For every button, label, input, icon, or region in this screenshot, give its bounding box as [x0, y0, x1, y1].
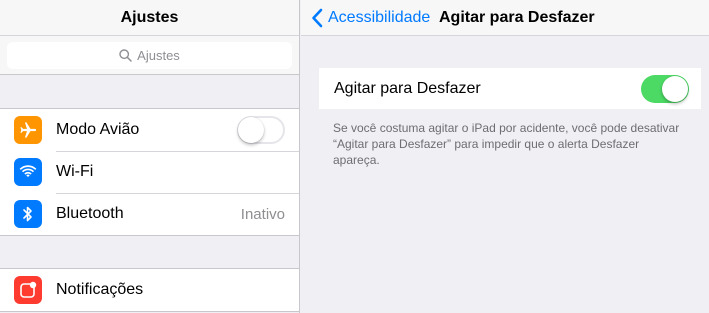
search-icon	[119, 49, 132, 62]
sidebar-item-wifi[interactable]: Wi-Fi	[0, 151, 299, 193]
sidebar-item-label: Modo Avião	[56, 121, 140, 138]
sidebar-title: Ajustes	[120, 8, 179, 26]
search-placeholder: Ajustes	[137, 48, 180, 63]
airplane-mode-toggle[interactable]	[237, 116, 285, 144]
shake-to-undo-toggle[interactable]	[641, 74, 689, 103]
sidebar-item-label: Wi-Fi	[56, 163, 94, 180]
search-container: Ajustes	[0, 36, 299, 75]
setting-footnote: Se você costuma agitar o iPad por aciden…	[333, 121, 680, 167]
settings-sidebar: Ajustes Ajustes Modo Avião Wi-Fi Bluetoo…	[0, 0, 300, 313]
detail-pane: Acessibilidade Agitar para Desfazer Agit…	[301, 0, 709, 313]
chevron-left-icon	[311, 8, 323, 28]
sidebar-item-notifications[interactable]: Notificações	[0, 269, 299, 311]
toggle-knob	[238, 117, 264, 143]
airplane-icon	[14, 116, 42, 144]
sidebar-item-label: Bluetooth	[56, 205, 124, 222]
back-button-label: Acessibilidade	[328, 9, 431, 26]
setting-label: Agitar para Desfazer	[334, 79, 481, 97]
settings-group-notifications: Notificações	[0, 268, 299, 312]
detail-header: Acessibilidade Agitar para Desfazer	[301, 0, 709, 36]
back-button[interactable]: Acessibilidade	[311, 0, 430, 36]
sidebar-item-label: Notificações	[56, 281, 144, 298]
page-title: Agitar para Desfazer	[439, 9, 595, 26]
sidebar-header: Ajustes	[0, 0, 299, 36]
bluetooth-status: Inativo	[240, 205, 285, 223]
settings-group-connectivity: Modo Avião Wi-Fi Bluetooth Inativo	[0, 108, 299, 236]
search-input[interactable]: Ajustes	[7, 42, 292, 69]
shake-to-undo-row: Agitar para Desfazer	[319, 68, 701, 109]
notifications-icon	[14, 276, 42, 304]
bluetooth-icon	[14, 200, 42, 228]
sidebar-item-bluetooth[interactable]: Bluetooth Inativo	[0, 193, 299, 235]
toggle-knob	[662, 75, 688, 102]
wifi-icon	[14, 158, 42, 186]
sidebar-item-airplane-mode[interactable]: Modo Avião	[0, 109, 299, 151]
